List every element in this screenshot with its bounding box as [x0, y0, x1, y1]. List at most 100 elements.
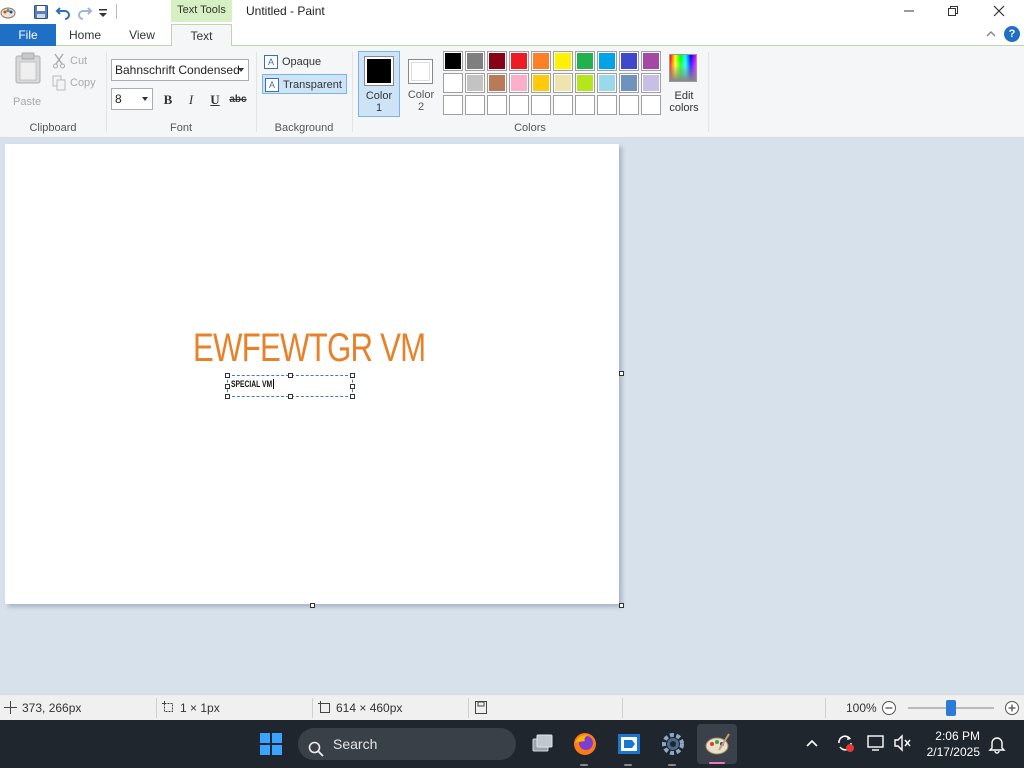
palette-color-swatch[interactable] [531, 73, 551, 93]
palette-color-swatch[interactable] [531, 51, 551, 71]
remote-app-icon[interactable] [615, 730, 643, 758]
palette-color-swatch[interactable] [553, 73, 573, 93]
maximize-button[interactable] [930, 0, 976, 22]
palette-color-swatch[interactable] [443, 73, 463, 93]
cut-button[interactable]: Cut [52, 53, 102, 71]
custom-color-slot[interactable] [575, 95, 595, 115]
palette-color-swatch[interactable] [619, 51, 639, 71]
close-button[interactable] [976, 0, 1022, 22]
undo-icon[interactable] [55, 4, 71, 20]
minimize-button[interactable] [886, 0, 932, 22]
taskbar-search-input[interactable]: Search [298, 728, 516, 760]
custom-color-slot[interactable] [465, 95, 485, 115]
resize-handle[interactable] [225, 373, 230, 378]
palette-color-swatch[interactable] [509, 51, 529, 71]
notification-bell-icon[interactable] [988, 734, 1006, 757]
swatch-fill [489, 53, 505, 69]
customize-qat-icon[interactable] [98, 4, 114, 20]
resize-handle[interactable] [350, 394, 355, 399]
custom-color-slot[interactable] [443, 95, 463, 115]
custom-color-slot[interactable] [641, 95, 661, 115]
show-hidden-icons-chevron-up-icon[interactable] [805, 736, 819, 753]
palette-color-swatch[interactable] [509, 73, 529, 93]
task-view-icon[interactable] [528, 730, 556, 758]
tab-text[interactable]: Text [171, 24, 232, 47]
strikethrough-button[interactable]: abc [228, 90, 248, 110]
resize-handle[interactable] [288, 373, 293, 378]
resize-handle[interactable] [225, 394, 230, 399]
start-button[interactable] [257, 730, 285, 758]
palette-color-swatch[interactable] [597, 73, 617, 93]
font-size-select[interactable]: 8 [111, 88, 153, 110]
custom-color-slot[interactable] [487, 95, 507, 115]
palette-color-swatch[interactable] [553, 51, 573, 71]
canvas-resize-handle-right[interactable] [619, 371, 624, 376]
opaque-icon: A [264, 55, 278, 69]
clipboard-group-label: Clipboard [29, 122, 77, 134]
network-display-icon[interactable] [866, 733, 886, 756]
save-icon[interactable] [33, 4, 49, 20]
zoom-slider-thumb[interactable] [946, 700, 956, 716]
taskbar-time[interactable]: 2:06 PM [918, 729, 980, 743]
help-icon[interactable]: ? [1004, 26, 1020, 42]
color2-fill [411, 62, 430, 81]
zoom-in-button[interactable] [1004, 700, 1020, 719]
opaque-option[interactable]: A Opaque [262, 52, 346, 72]
canvas-resize-handle-bottom[interactable] [310, 603, 315, 608]
resize-handle[interactable] [288, 394, 293, 399]
paste-button[interactable]: Paste [8, 52, 46, 112]
palette-color-swatch[interactable] [641, 51, 661, 71]
tab-view[interactable]: View [114, 24, 170, 46]
palette-color-swatch[interactable] [597, 51, 617, 71]
settings-gear-icon[interactable] [659, 730, 687, 758]
canvas-resize-handle-corner[interactable] [619, 603, 624, 608]
resize-handle[interactable] [350, 384, 355, 389]
edit-colors-button[interactable]: Edit colors [664, 52, 704, 118]
color1-swatch [364, 56, 394, 86]
italic-button[interactable]: I [181, 90, 201, 110]
tab-home[interactable]: Home [56, 24, 114, 46]
color2-button[interactable]: Color 2 [402, 51, 440, 117]
palette-color-swatch[interactable] [465, 51, 485, 71]
swatch-fill [445, 75, 461, 91]
palette-color-swatch[interactable] [619, 73, 639, 93]
resize-handle[interactable] [225, 384, 230, 389]
redo-icon[interactable] [77, 4, 93, 20]
resize-handle[interactable] [350, 373, 355, 378]
colors-group-label: Colors [514, 122, 546, 134]
selection-size-icon [162, 701, 175, 717]
custom-color-slot[interactable] [531, 95, 551, 115]
drawing-canvas[interactable]: EWFEWTGR VM SPECIAL VM [5, 144, 619, 604]
custom-color-slot[interactable] [597, 95, 617, 115]
collapse-ribbon-icon[interactable] [985, 28, 997, 43]
text-input-box[interactable]: SPECIAL VM [225, 373, 355, 399]
canvas-workspace[interactable]: EWFEWTGR VM SPECIAL VM [0, 138, 1024, 694]
custom-color-slot[interactable] [619, 95, 639, 115]
zoom-out-button[interactable] [881, 700, 897, 719]
bold-button[interactable]: B [158, 90, 178, 110]
custom-color-slot[interactable] [553, 95, 573, 115]
palette-color-swatch[interactable] [465, 73, 485, 93]
taskbar-date[interactable]: 2/17/2025 [918, 745, 980, 759]
tab-file[interactable]: File [0, 24, 56, 46]
palette-color-swatch[interactable] [575, 51, 595, 71]
font-family-select[interactable]: Bahnschrift Condensed [111, 59, 249, 81]
firefox-icon[interactable] [571, 730, 599, 758]
underline-button[interactable]: U [205, 90, 225, 110]
custom-color-slot[interactable] [509, 95, 529, 115]
transparent-option[interactable]: A Transparent [262, 74, 347, 94]
sync-status-icon[interactable] [835, 733, 855, 756]
color1-button[interactable]: Color 1 [358, 51, 400, 117]
palette-color-swatch[interactable] [443, 51, 463, 71]
volume-muted-icon[interactable] [892, 733, 912, 756]
palette-color-swatch[interactable] [487, 73, 507, 93]
swatch-fill [555, 97, 571, 113]
paint-taskbar-button[interactable] [697, 724, 737, 764]
palette-color-swatch[interactable] [641, 73, 661, 93]
group-separator [352, 52, 353, 132]
group-separator [256, 52, 257, 132]
paint-app-icon[interactable] [0, 4, 16, 20]
palette-color-swatch[interactable] [575, 73, 595, 93]
copy-button[interactable]: Copy [52, 75, 102, 93]
palette-color-swatch[interactable] [487, 51, 507, 71]
